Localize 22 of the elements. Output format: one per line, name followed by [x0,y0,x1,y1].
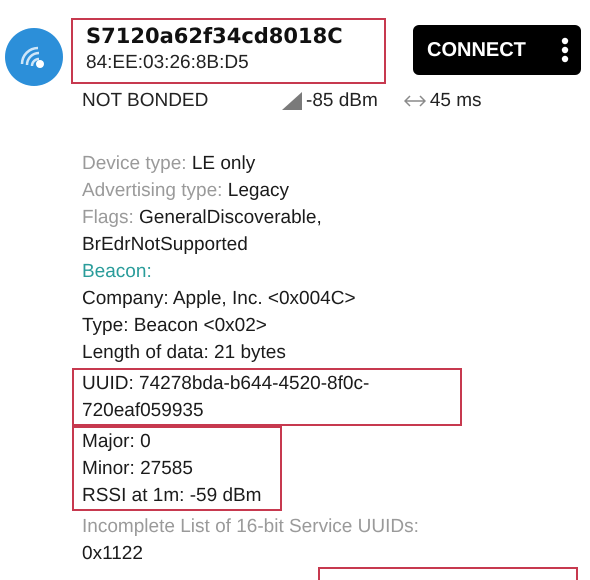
more-icon[interactable] [561,37,569,63]
beacon-icon [5,28,63,86]
rssi-value: -85 dBm [306,90,378,112]
detail-line: Length of data: 21 bytes [82,341,287,365]
detail-line: Device type: LE only [82,152,256,176]
detail-line: Major: 0 [82,430,152,454]
device-address: 84:EE:03:26:8B:D5 [86,52,250,74]
connect-button[interactable]: CONNECT [413,25,581,75]
detail-line: Company: Apple, Inc. <0x004C> [82,287,357,311]
interval-icon [404,94,426,108]
section-heading: Beacon: [82,260,153,284]
signal-icon [282,92,302,110]
detail-line: RSSI at 1m: -59 dBm [82,484,262,508]
detail-line: UUID: 74278bda-b644-4520-8f0c-720eaf059935 [82,372,370,423]
interval-value: 45 ms [430,90,482,112]
device-name: S7120a62f34cd8018C [86,24,344,48]
detail-line: Minor: 27585 [82,457,194,481]
detail-line: Type: Beacon <0x02> [82,314,268,338]
detail-line: Advertising type: Legacy [82,179,290,203]
detail-line: Flags: GeneralDiscoverable, BrEdrNotSupported [82,206,323,257]
detail-line: Incomplete List of 16-bit Service UUIDs: 0x1122 [82,515,419,566]
bond-state: NOT BONDED [82,90,210,112]
